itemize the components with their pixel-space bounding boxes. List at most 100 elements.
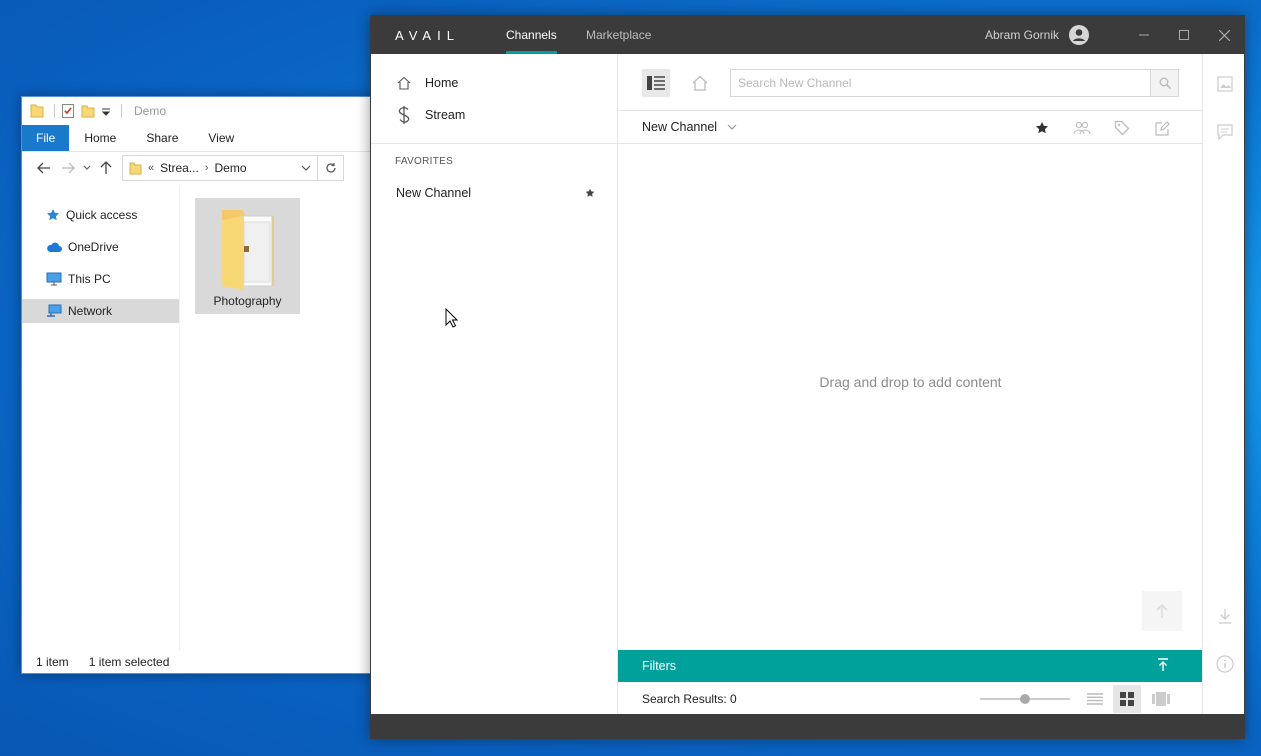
search-box [730, 69, 1179, 97]
list-view-button[interactable] [1081, 685, 1109, 713]
properties-icon[interactable] [61, 103, 75, 119]
search-icon[interactable] [1150, 70, 1178, 96]
up-button[interactable] [94, 156, 118, 180]
minimize-button[interactable] [1124, 16, 1164, 54]
stream-icon [397, 106, 411, 124]
grid-view-button[interactable] [1113, 685, 1141, 713]
home-icon [397, 76, 411, 90]
favorite-item[interactable]: New Channel [371, 179, 617, 207]
folder-icon[interactable] [30, 103, 44, 119]
refresh-button[interactable] [318, 155, 344, 181]
avail-title-bar: AVAIL Channels Marketplace Abram Gornik [371, 16, 1244, 54]
sidebar-item-label: This PC [68, 272, 111, 286]
sidebar-item-label: OneDrive [68, 240, 119, 254]
folder-icon [218, 206, 278, 290]
file-list: Photography [180, 187, 380, 651]
image-icon[interactable] [1215, 74, 1235, 94]
star-icon[interactable] [1031, 118, 1053, 138]
new-folder-icon[interactable] [81, 103, 95, 119]
tab-home[interactable]: Home [69, 125, 131, 151]
breadcrumb-demo[interactable]: Demo [214, 161, 246, 175]
folder-icon [129, 161, 142, 175]
explorer-title-bar: Demo [22, 97, 380, 125]
filters-bar[interactable]: Filters [618, 650, 1203, 682]
favorite-label: New Channel [396, 186, 472, 200]
window-title: Demo [134, 104, 167, 118]
download-icon[interactable] [1215, 606, 1235, 626]
back-button[interactable] [32, 156, 56, 180]
folder-item[interactable]: Photography [195, 198, 300, 314]
search-input[interactable] [731, 70, 1150, 96]
mouse-cursor-icon [445, 308, 458, 329]
tab-view[interactable]: View [193, 125, 249, 151]
upload-button[interactable] [1142, 591, 1182, 631]
sidebar-item-onedrive[interactable]: OneDrive [22, 235, 179, 259]
network-icon [46, 304, 62, 318]
status-bar: 1 item 1 item selected [22, 651, 380, 673]
favorites-heading: FAVORITES [395, 156, 454, 167]
chevron-down-icon[interactable] [727, 124, 737, 130]
avail-window: AVAIL Channels Marketplace Abram Gornik … [370, 15, 1245, 739]
sidebar-item-this-pc[interactable]: This PC [22, 267, 179, 291]
channel-header: New Channel [618, 111, 1203, 144]
forward-button[interactable] [56, 156, 80, 180]
explorer-body: Quick access OneDrive This PC Network Ph… [22, 187, 380, 651]
recent-locations-button[interactable] [80, 156, 94, 180]
nav-item-label: Stream [425, 108, 466, 122]
filmstrip-view-button[interactable] [1147, 685, 1175, 713]
tab-marketplace[interactable]: Marketplace [586, 16, 651, 54]
members-icon[interactable] [1071, 118, 1093, 138]
folder-name: Photography [213, 294, 282, 308]
customize-quick-access-icon[interactable] [101, 106, 111, 116]
collapse-filters-icon[interactable] [1157, 658, 1169, 672]
info-icon[interactable] [1215, 654, 1235, 674]
user-name: Abram Gornik [984, 28, 1059, 42]
edit-icon[interactable] [1151, 118, 1173, 138]
search-results-count: Search Results: 0 [642, 692, 737, 706]
toggle-sidebar-button[interactable] [642, 69, 670, 97]
home-button[interactable] [686, 69, 714, 97]
breadcrumb-overflow[interactable]: « [148, 162, 154, 174]
divider [121, 104, 122, 118]
results-bar: Search Results: 0 [618, 682, 1203, 716]
maximize-button[interactable] [1164, 16, 1204, 54]
content-toolbar [618, 54, 1203, 111]
right-panel [1202, 54, 1244, 714]
app-logo: AVAIL [395, 28, 460, 43]
file-explorer-window: Demo File Home Share View « Strea... › D… [21, 96, 381, 674]
chevron-right-icon: › [204, 162, 209, 174]
breadcrumb-stream[interactable]: Strea... [160, 161, 199, 175]
tab-channels[interactable]: Channels [506, 16, 557, 54]
selection-count: 1 item selected [88, 655, 170, 669]
monitor-icon [46, 272, 62, 286]
avail-sidebar: Home Stream FAVORITES New Channel [371, 54, 618, 714]
avatar-icon [1069, 25, 1089, 45]
nav-item-home[interactable]: Home [371, 67, 617, 99]
user-menu[interactable]: Abram Gornik [985, 16, 1089, 54]
star-icon [46, 208, 60, 222]
sidebar-item-quick-access[interactable]: Quick access [22, 203, 179, 227]
comments-icon[interactable] [1215, 122, 1235, 142]
star-icon[interactable] [585, 188, 595, 198]
close-button[interactable] [1204, 16, 1244, 54]
tag-icon[interactable] [1111, 118, 1133, 138]
nav-item-label: Home [425, 76, 459, 90]
navigation-bar: « Strea... › Demo [22, 152, 380, 184]
sidebar-item-label: Network [68, 304, 113, 318]
tab-file[interactable]: File [22, 125, 70, 151]
thumbnail-size-slider[interactable] [980, 694, 1070, 704]
address-bar[interactable]: « Strea... › Demo [122, 155, 318, 181]
primary-nav: Home Stream [371, 54, 617, 144]
slider-handle[interactable] [1020, 694, 1030, 704]
divider [54, 104, 55, 118]
tab-share[interactable]: Share [131, 125, 193, 151]
channel-name: New Channel [642, 120, 718, 134]
nav-item-stream[interactable]: Stream [371, 99, 617, 131]
channel-content: New Channel Drag and drop to add content… [618, 54, 1203, 714]
sidebar-item-network[interactable]: Network [22, 299, 179, 323]
avail-status-bar [371, 714, 1244, 738]
filters-label: Filters [642, 659, 677, 673]
sidebar-item-label: Quick access [66, 208, 138, 222]
item-count: 1 item [36, 655, 69, 669]
chevron-down-icon[interactable] [295, 165, 317, 171]
